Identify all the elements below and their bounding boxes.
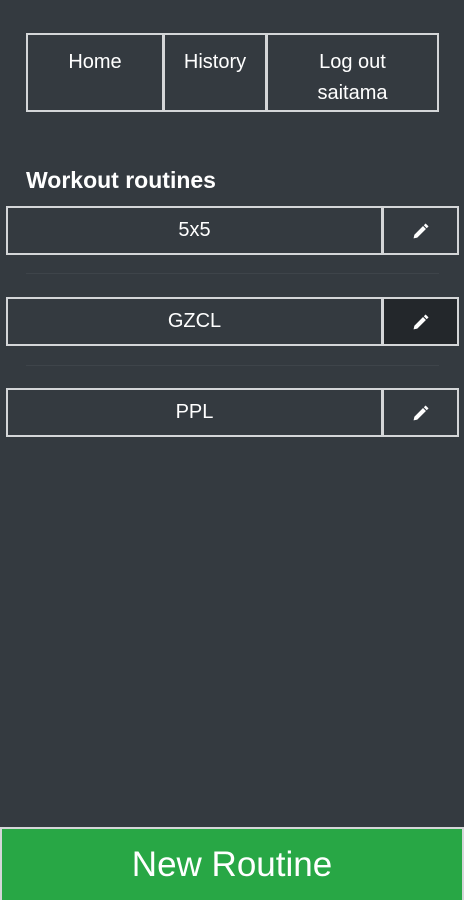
- pencil-icon: [412, 222, 430, 240]
- routine-name: 5x5: [178, 219, 211, 241]
- new-routine-label: New Routine: [131, 844, 333, 884]
- routine-row: 5x5: [6, 206, 459, 255]
- edit-routine-button[interactable]: [382, 388, 459, 437]
- edit-routine-button[interactable]: [382, 206, 459, 255]
- pencil-icon: [412, 404, 430, 422]
- routine-row: GZCL: [6, 297, 459, 346]
- routine-button[interactable]: 5x5: [6, 206, 383, 255]
- pencil-icon: [412, 313, 430, 331]
- routine-button[interactable]: GZCL: [6, 297, 383, 346]
- routine-name: PPL: [175, 401, 214, 423]
- routine-name: GZCL: [167, 310, 222, 332]
- section-title: Workout routines: [26, 167, 216, 193]
- nav-logout-label: Log out: [319, 51, 386, 73]
- divider: [26, 365, 439, 366]
- top-navigation: Home History Log out saitama: [26, 33, 439, 112]
- routine-button[interactable]: PPL: [6, 388, 383, 437]
- new-routine-button[interactable]: New Routine: [0, 827, 464, 900]
- nav-history-link[interactable]: History: [163, 33, 267, 112]
- nav-history-label: History: [183, 51, 247, 73]
- nav-home-link[interactable]: Home: [26, 33, 164, 112]
- nav-home-label: Home: [68, 51, 122, 73]
- divider: [26, 273, 439, 274]
- edit-routine-button[interactable]: [382, 297, 459, 346]
- routine-row: PPL: [6, 388, 459, 437]
- username-label: saitama: [317, 82, 388, 104]
- nav-logout-link[interactable]: Log out saitama: [266, 33, 439, 112]
